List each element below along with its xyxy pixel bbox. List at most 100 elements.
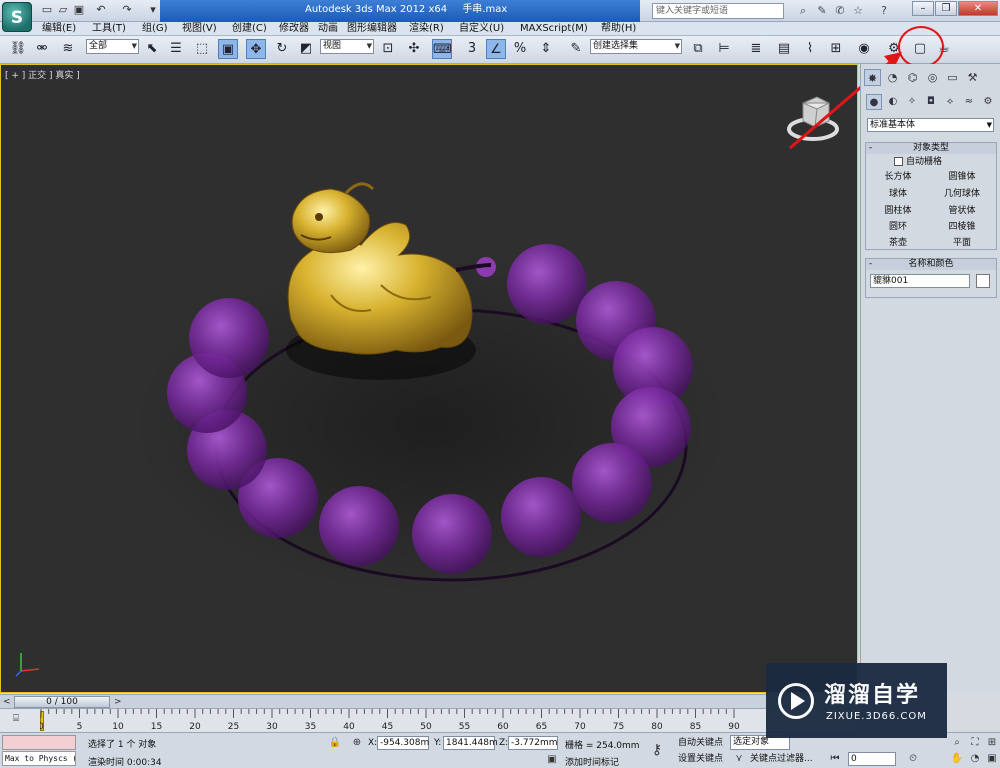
plane-button[interactable]: 平面 — [932, 236, 992, 251]
binoculars-icon[interactable]: ⌕ — [795, 3, 811, 19]
space-warps-icon[interactable]: ≈ — [961, 94, 977, 110]
zoom-all-icon[interactable]: ⊞ — [985, 736, 999, 750]
auto-key-button[interactable]: 自动关键点 — [678, 736, 723, 750]
window-crossing-icon[interactable]: ▣ — [218, 39, 238, 59]
time-slider-prev-icon[interactable]: < — [3, 695, 11, 709]
teapot-button[interactable]: 茶壶 — [868, 236, 928, 251]
go-to-start-icon[interactable]: ⏮ — [828, 752, 842, 766]
mirror-icon[interactable]: ⧉ — [688, 39, 708, 59]
restore-button[interactable]: ❐ — [935, 1, 957, 16]
percent-snap-icon[interactable]: % — [510, 39, 530, 59]
undo-icon[interactable]: ↶ — [94, 3, 108, 17]
menu-customize[interactable]: 自定义(U) — [459, 22, 504, 36]
save-file-icon[interactable]: ▣ — [72, 3, 86, 17]
box-button[interactable]: 长方体 — [868, 170, 928, 185]
object-name-input[interactable]: 貔貅001 — [870, 274, 970, 288]
bind-space-warp-icon[interactable]: ≋ — [58, 39, 78, 59]
menu-graph-editors[interactable]: 图形编辑器 — [347, 22, 397, 36]
mini-curve-editor-icon[interactable]: ⌸ — [6, 713, 26, 727]
time-slider-next-icon[interactable]: > — [114, 695, 122, 709]
create-tab-icon[interactable]: ✸ — [864, 69, 881, 86]
named-selection-dropdown[interactable]: 创建选择集 — [590, 39, 682, 54]
torus-button[interactable]: 圆环 — [868, 220, 928, 235]
schematic-view-icon[interactable]: ⊞ — [826, 39, 846, 59]
display-tab-icon[interactable]: ▭ — [944, 69, 961, 86]
new-file-icon[interactable]: ▭ — [40, 3, 54, 17]
cameras-icon[interactable]: ◘ — [923, 94, 939, 110]
maximize-viewport-icon[interactable]: ▣ — [985, 752, 999, 766]
app-logo-icon[interactable]: S — [2, 2, 32, 32]
selection-lock-icon[interactable]: 🔒 — [328, 736, 342, 750]
open-file-icon[interactable]: ▱ — [56, 3, 70, 17]
spinner-snap-icon[interactable]: ⇕ — [536, 39, 556, 59]
align-icon[interactable]: ⊨ — [714, 39, 734, 59]
orbit-icon[interactable]: ◔ — [968, 752, 982, 766]
angle-snap-icon[interactable]: ∠ — [486, 39, 506, 59]
subscription-icon[interactable]: ✎ — [814, 3, 830, 19]
track-bar[interactable]: ⌸ 0 5 10 15 20 25 30 35 40 45 50 55 60 65 70 75 80 85 90 — [0, 708, 858, 732]
select-and-rotate-icon[interactable]: ↻ — [272, 39, 292, 59]
z-coordinate-input[interactable]: -3.772mm — [508, 736, 558, 750]
hierarchy-tab-icon[interactable]: ⌬ — [904, 69, 921, 86]
close-button[interactable]: ✕ — [958, 1, 998, 16]
tube-button[interactable]: 管状体 — [932, 204, 992, 219]
current-frame-input[interactable]: 0 — [848, 752, 896, 766]
maxscript-mini-listener[interactable] — [2, 735, 76, 750]
absolute-mode-icon[interactable]: ⊕ — [350, 736, 364, 750]
select-and-scale-icon[interactable]: ◩ — [296, 39, 316, 59]
minimize-button[interactable]: – — [912, 1, 934, 16]
geosphere-button[interactable]: 几何球体 — [932, 187, 992, 202]
viewcube[interactable] — [785, 93, 841, 143]
edit-named-selection-icon[interactable]: ✎ — [566, 39, 586, 59]
search-input[interactable]: 键入关键字或短语 — [652, 3, 784, 19]
menu-create[interactable]: 创建(C) — [232, 22, 267, 36]
time-configuration-icon[interactable]: ⏲ — [906, 752, 920, 766]
motion-tab-icon[interactable]: ◎ — [924, 69, 941, 86]
select-manipulate-icon[interactable]: ✣ — [404, 39, 424, 59]
geometry-icon[interactable]: ● — [866, 94, 882, 110]
communication-icon[interactable]: ✆ — [832, 3, 848, 19]
bracelet-scene[interactable] — [1, 65, 858, 693]
menu-edit[interactable]: 编辑(E) — [42, 22, 76, 36]
link-icon[interactable]: ⛓ — [8, 39, 28, 59]
set-key-button[interactable]: 设置关键点 — [678, 752, 723, 766]
add-time-tag[interactable]: 添加时间标记 — [565, 755, 619, 768]
select-and-move-icon[interactable]: ✥ — [246, 39, 266, 59]
select-by-name-icon[interactable]: ☰ — [166, 39, 186, 59]
lights-icon[interactable]: ✧ — [904, 94, 920, 110]
object-color-swatch[interactable] — [976, 274, 990, 288]
menu-maxscript[interactable]: MAXScript(M) — [520, 22, 588, 36]
layer-manager-icon[interactable]: ≣ — [746, 39, 766, 59]
pan-icon[interactable]: ✋ — [950, 752, 964, 766]
rectangular-selection-icon[interactable]: ⬚ — [192, 39, 212, 59]
selection-filter-dropdown[interactable]: 全部 — [86, 39, 139, 54]
set-key-icon[interactable]: ⚷ — [650, 743, 664, 757]
zoom-icon[interactable]: ⌕ — [950, 736, 964, 750]
select-object-icon[interactable]: ⬉ — [142, 39, 162, 59]
key-filter-icon[interactable]: ⋎ — [732, 752, 746, 766]
menu-rendering[interactable]: 渲染(R) — [409, 22, 444, 36]
modify-tab-icon[interactable]: ◔ — [884, 69, 901, 86]
geometry-category-dropdown[interactable]: 标准基本体 — [867, 118, 994, 132]
redo-icon[interactable]: ↷ — [120, 3, 134, 17]
name-and-color-title[interactable]: 名称和颜色 — [866, 259, 996, 270]
autogrid-checkbox[interactable]: 自动栅格 — [894, 157, 942, 168]
y-coordinate-input[interactable]: 1841.448m — [443, 736, 498, 750]
sphere-button[interactable]: 球体 — [868, 187, 928, 202]
help-icon[interactable]: ? — [876, 3, 892, 19]
time-tag-icon[interactable]: ▣ — [545, 753, 559, 767]
utilities-tab-icon[interactable]: ⚒ — [964, 69, 981, 86]
quick-access-dropdown-icon[interactable]: ▾ — [146, 3, 160, 17]
menu-tools[interactable]: 工具(T) — [92, 22, 126, 36]
helpers-icon[interactable]: ⟡ — [942, 94, 958, 110]
menu-views[interactable]: 视图(V) — [182, 22, 217, 36]
shapes-icon[interactable]: ◐ — [885, 94, 901, 110]
time-slider[interactable]: < 0 / 100 > — [0, 694, 858, 708]
material-editor-icon[interactable]: ◉ — [854, 39, 874, 59]
maxscript-mini-listener-output[interactable]: Max to Physcs ( — [2, 751, 76, 766]
object-type-title[interactable]: 对象类型 — [866, 143, 996, 154]
key-filters-button[interactable]: 关键点过滤器... — [750, 752, 813, 766]
perspective-viewport[interactable]: [ + ] 正交 ] 真实 ] — [0, 64, 858, 693]
cone-button[interactable]: 圆锥体 — [932, 170, 992, 185]
reference-coordinate-dropdown[interactable]: 视图 — [320, 39, 374, 54]
